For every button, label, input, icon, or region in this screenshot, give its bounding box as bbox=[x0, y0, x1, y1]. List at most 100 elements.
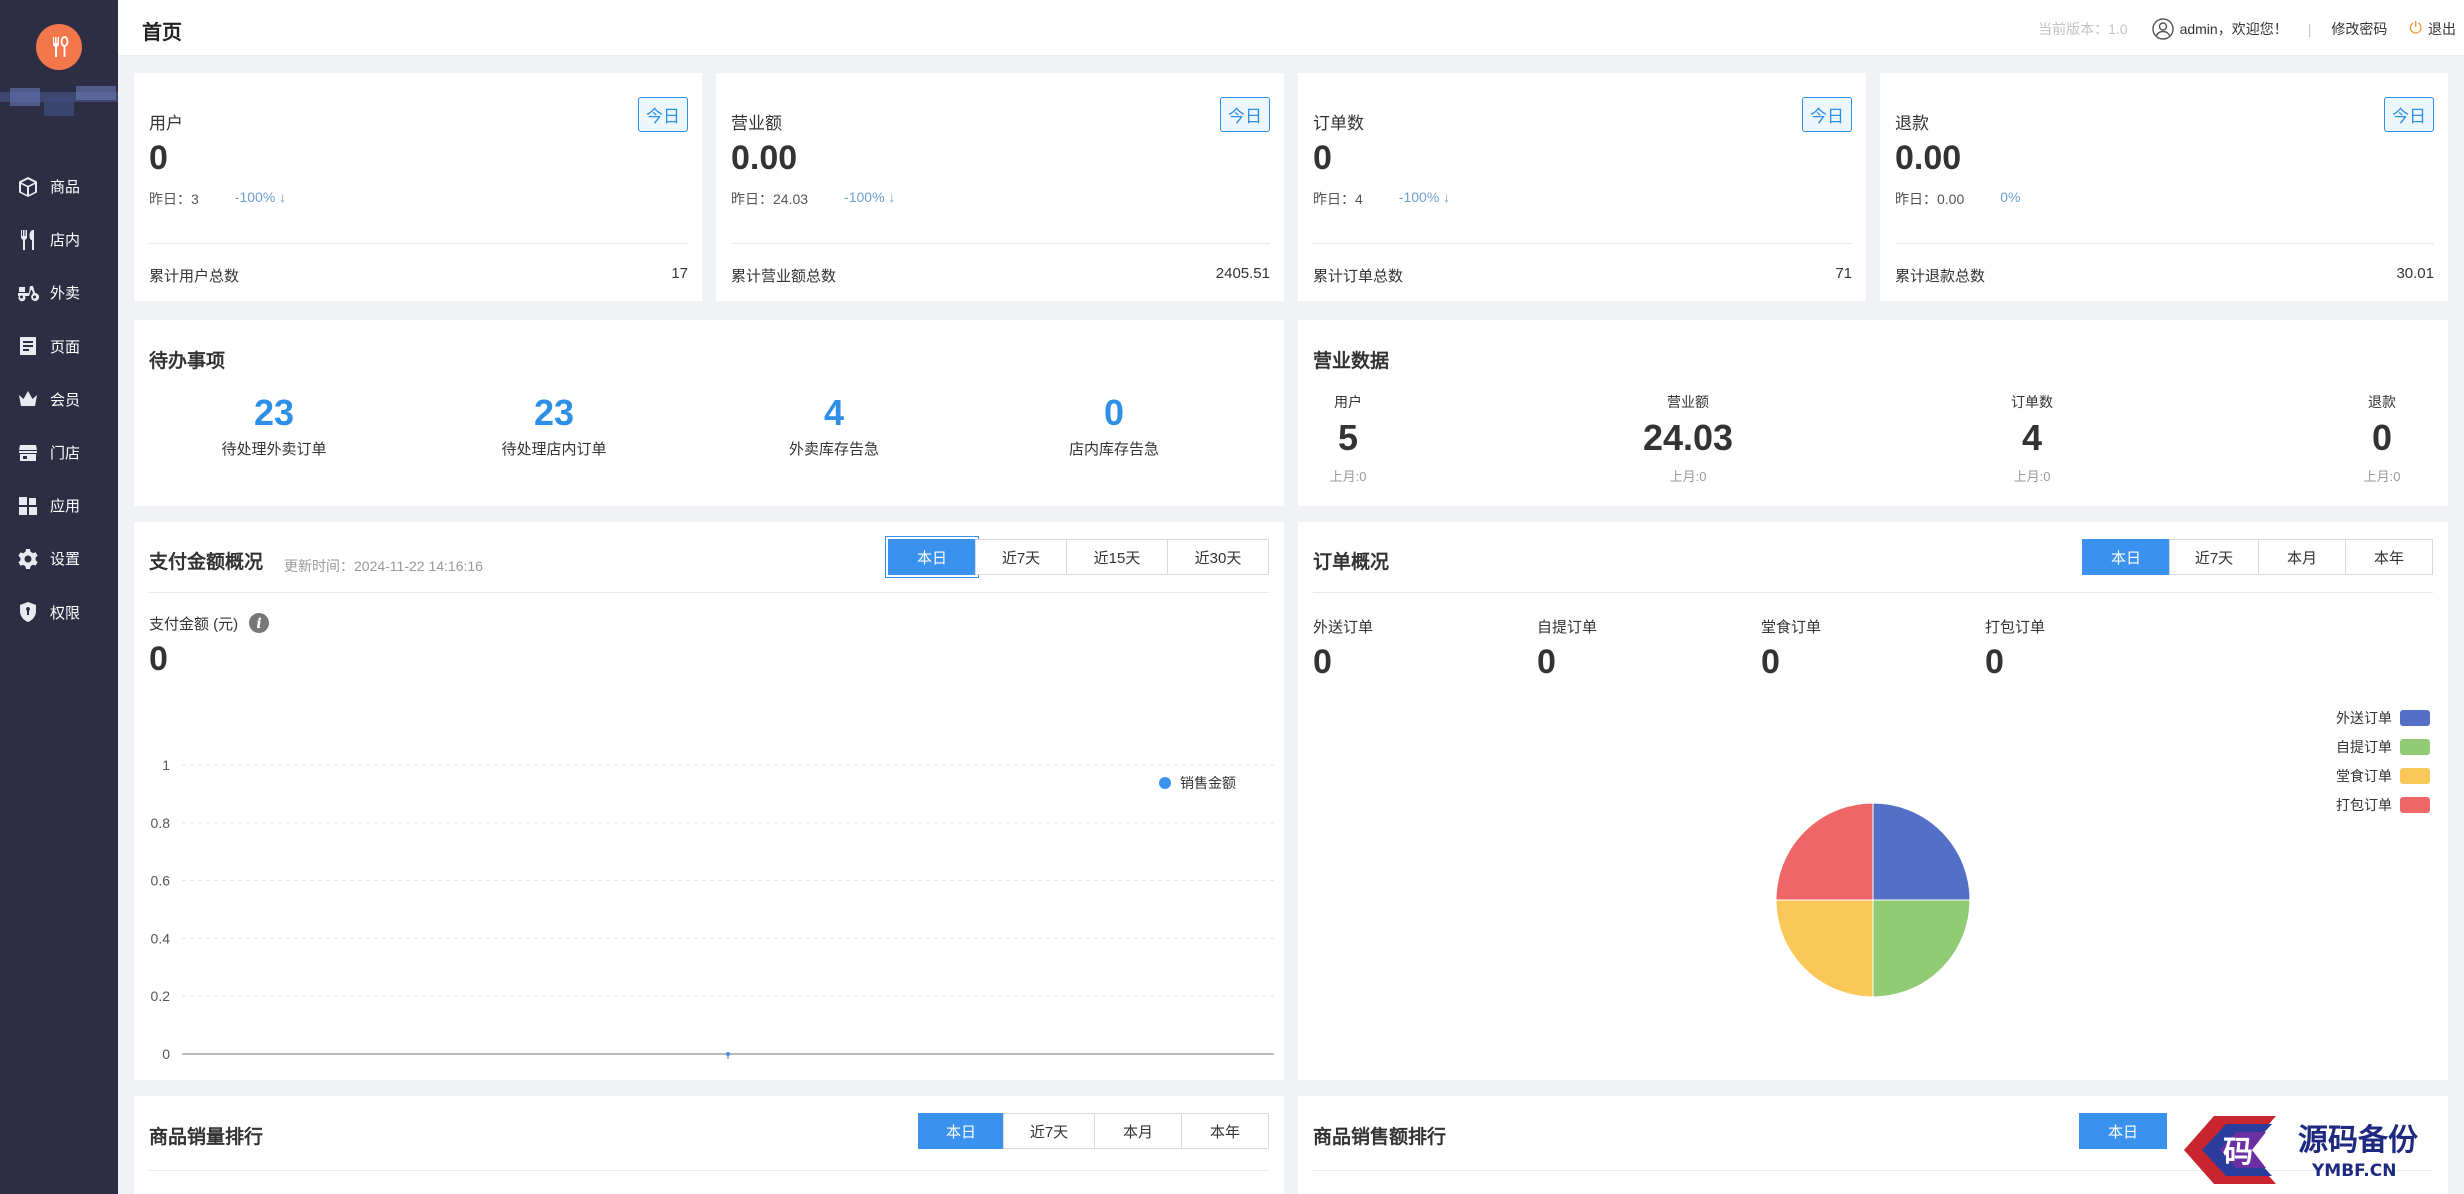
orders-pie-chart bbox=[1775, 802, 1971, 998]
apps-icon bbox=[19, 496, 37, 515]
divider bbox=[1895, 243, 2434, 244]
change-percent: -100% ↓ bbox=[1399, 189, 1450, 209]
today-badge[interactable]: 今日 bbox=[1220, 97, 1270, 132]
todo-value: 4 bbox=[823, 392, 845, 433]
todo-value: 23 bbox=[533, 392, 575, 433]
fork-spoon-logo-icon bbox=[53, 36, 69, 57]
total-value: 2405.51 bbox=[1215, 265, 1270, 282]
business-data-card: 营业数据 用户 5 上月:0 营业额 24.03 上月:0 订单数 4 上月:0… bbox=[1298, 320, 2448, 506]
sidebar-item-label: 应用 bbox=[50, 498, 81, 516]
divider bbox=[149, 243, 688, 244]
todo-item[interactable]: 23 待处理外卖订单 bbox=[134, 392, 414, 459]
y-tick-label: 0.6 bbox=[151, 873, 171, 889]
tab-today[interactable]: 本日 bbox=[918, 1113, 1004, 1149]
business-label: 退款 bbox=[2368, 394, 2396, 410]
sidebar-item-store[interactable]: 门店 bbox=[0, 426, 118, 479]
pie-slice[interactable] bbox=[1775, 899, 1874, 998]
logout-link[interactable]: 退出 bbox=[2428, 19, 2456, 39]
order-type-value: 0 bbox=[1761, 643, 1780, 681]
sidebar-item-settings[interactable]: 设置 bbox=[0, 532, 118, 585]
tab-this-month[interactable]: 本月 bbox=[2258, 539, 2346, 575]
sidebar-nav: 商品 店内 外卖 页面 会员 门店 应用 设置 权限 bbox=[0, 160, 118, 639]
legend-swatch bbox=[2400, 710, 2430, 726]
divider: | bbox=[2307, 21, 2312, 37]
gear-icon bbox=[18, 548, 38, 569]
todo-label: 外卖库存告急 bbox=[788, 441, 879, 458]
order-type-pickup: 自提订单 0 bbox=[1537, 616, 1737, 682]
todo-item[interactable]: 23 待处理店内订单 bbox=[414, 392, 694, 459]
legend-label: 外送订单 bbox=[2336, 710, 2392, 726]
sidebar-item-permission[interactable]: 权限 bbox=[0, 586, 118, 639]
yesterday-text: 昨日：3 bbox=[149, 191, 199, 207]
stat-value: 0.00 bbox=[1895, 139, 1962, 177]
info-icon[interactable]: i bbox=[248, 612, 270, 634]
data-point bbox=[726, 1052, 730, 1056]
legend-label: 堂食订单 bbox=[2336, 768, 2392, 784]
today-badge[interactable]: 今日 bbox=[638, 97, 688, 132]
sidebar: 商品 店内 外卖 页面 会员 门店 应用 设置 权限 bbox=[0, 0, 118, 1194]
section-title: 待办事项 bbox=[149, 351, 226, 372]
stat-title: 退款 bbox=[1895, 114, 1929, 133]
divider bbox=[149, 592, 1269, 593]
fork-knife-icon bbox=[21, 229, 34, 250]
sidebar-item-dine-in[interactable]: 店内 bbox=[0, 213, 118, 266]
total-label: 累计订单总数 bbox=[1313, 268, 1404, 285]
legend-item[interactable]: 堂食订单 bbox=[2336, 766, 2430, 786]
divider bbox=[1313, 243, 1852, 244]
stat-card-refund: 退款 今日 0.00 昨日：0.00 0% 累计退款总数 30.01 bbox=[1880, 73, 2448, 301]
tab-today[interactable]: 本日 bbox=[2079, 1113, 2167, 1149]
total-label: 累计退款总数 bbox=[1895, 268, 1986, 285]
stat-card-orders: 订单数 今日 0 昨日：4 -100% ↓ 累计订单总数 71 bbox=[1298, 73, 1866, 301]
tab-this-year[interactable]: 本年 bbox=[1181, 1113, 1269, 1149]
pie-slice[interactable] bbox=[1775, 802, 1874, 901]
box-icon bbox=[19, 176, 37, 197]
stat-yesterday: 昨日：0.00 0% bbox=[1895, 189, 2020, 209]
business-value: 24.03 bbox=[1642, 417, 1734, 458]
sidebar-item-apps[interactable]: 应用 bbox=[0, 479, 118, 532]
pie-slice[interactable] bbox=[1872, 802, 1971, 901]
yesterday-text: 昨日：0.00 bbox=[1895, 191, 1965, 207]
sales-quantity-rank-card: 商品销量排行 本日 近7天 本月 本年 bbox=[134, 1096, 1284, 1194]
tab-today[interactable]: 本日 bbox=[2082, 539, 2170, 575]
sidebar-item-goods[interactable]: 商品 bbox=[0, 160, 118, 213]
tab-7-days[interactable]: 近7天 bbox=[2169, 539, 2259, 575]
logo[interactable] bbox=[36, 24, 82, 70]
orders-range-tabs: 本日 近7天 本月 本年 bbox=[2082, 539, 2433, 575]
todo-item[interactable]: 0 店内库存告急 bbox=[974, 392, 1254, 459]
sidebar-item-page[interactable]: 页面 bbox=[0, 320, 118, 373]
sidebar-item-member[interactable]: 会员 bbox=[0, 373, 118, 426]
change-value: -100% bbox=[844, 189, 885, 205]
business-value: 0 bbox=[2371, 417, 2393, 458]
watermark-logo: 码 源码备份 YMBF.CN bbox=[2184, 1116, 2418, 1184]
legend-item[interactable]: 打包订单 bbox=[2336, 795, 2430, 815]
y-tick-label: 0.2 bbox=[151, 988, 171, 1004]
business-label: 用户 bbox=[1334, 394, 1362, 410]
rank-qty-range-tabs: 本日 近7天 本月 本年 bbox=[918, 1113, 1269, 1149]
legend-item[interactable]: 外送订单 bbox=[2336, 708, 2430, 728]
today-badge[interactable]: 今日 bbox=[1802, 97, 1852, 132]
y-tick-label: 0 bbox=[162, 1046, 170, 1062]
tab-15-days[interactable]: 近15天 bbox=[1066, 539, 1168, 575]
todo-item[interactable]: 4 外卖库存告急 bbox=[694, 392, 974, 459]
tab-this-year[interactable]: 本年 bbox=[2345, 539, 2433, 575]
pie-slice[interactable] bbox=[1872, 899, 1971, 998]
y-tick-label: 0.4 bbox=[151, 930, 171, 946]
shield-icon bbox=[20, 602, 36, 623]
legend-marker bbox=[1159, 777, 1171, 789]
change-password-link[interactable]: 修改密码 bbox=[2331, 19, 2387, 39]
sidebar-item-takeout[interactable]: 外卖 bbox=[0, 266, 118, 319]
tab-30-days[interactable]: 近30天 bbox=[1167, 539, 1269, 575]
blurred-shop-name bbox=[0, 86, 118, 120]
legend-item[interactable]: 自提订单 bbox=[2336, 737, 2430, 757]
tab-7-days[interactable]: 近7天 bbox=[1003, 1113, 1095, 1149]
order-type-value: 0 bbox=[1313, 643, 1332, 681]
business-item: 退款 0 上月:0 bbox=[2342, 392, 2422, 485]
tab-7-days[interactable]: 近7天 bbox=[975, 539, 1067, 575]
updated-time: 更新时间：2024-11-22 14:16:16 bbox=[284, 558, 483, 574]
tab-today[interactable]: 本日 bbox=[888, 539, 976, 575]
arrow-down-icon: ↓ bbox=[888, 189, 896, 205]
legend-swatch bbox=[2400, 739, 2430, 755]
today-badge[interactable]: 今日 bbox=[2384, 97, 2434, 132]
tab-this-month[interactable]: 本月 bbox=[1094, 1113, 1182, 1149]
order-type-label: 外送订单 bbox=[1313, 619, 1374, 636]
